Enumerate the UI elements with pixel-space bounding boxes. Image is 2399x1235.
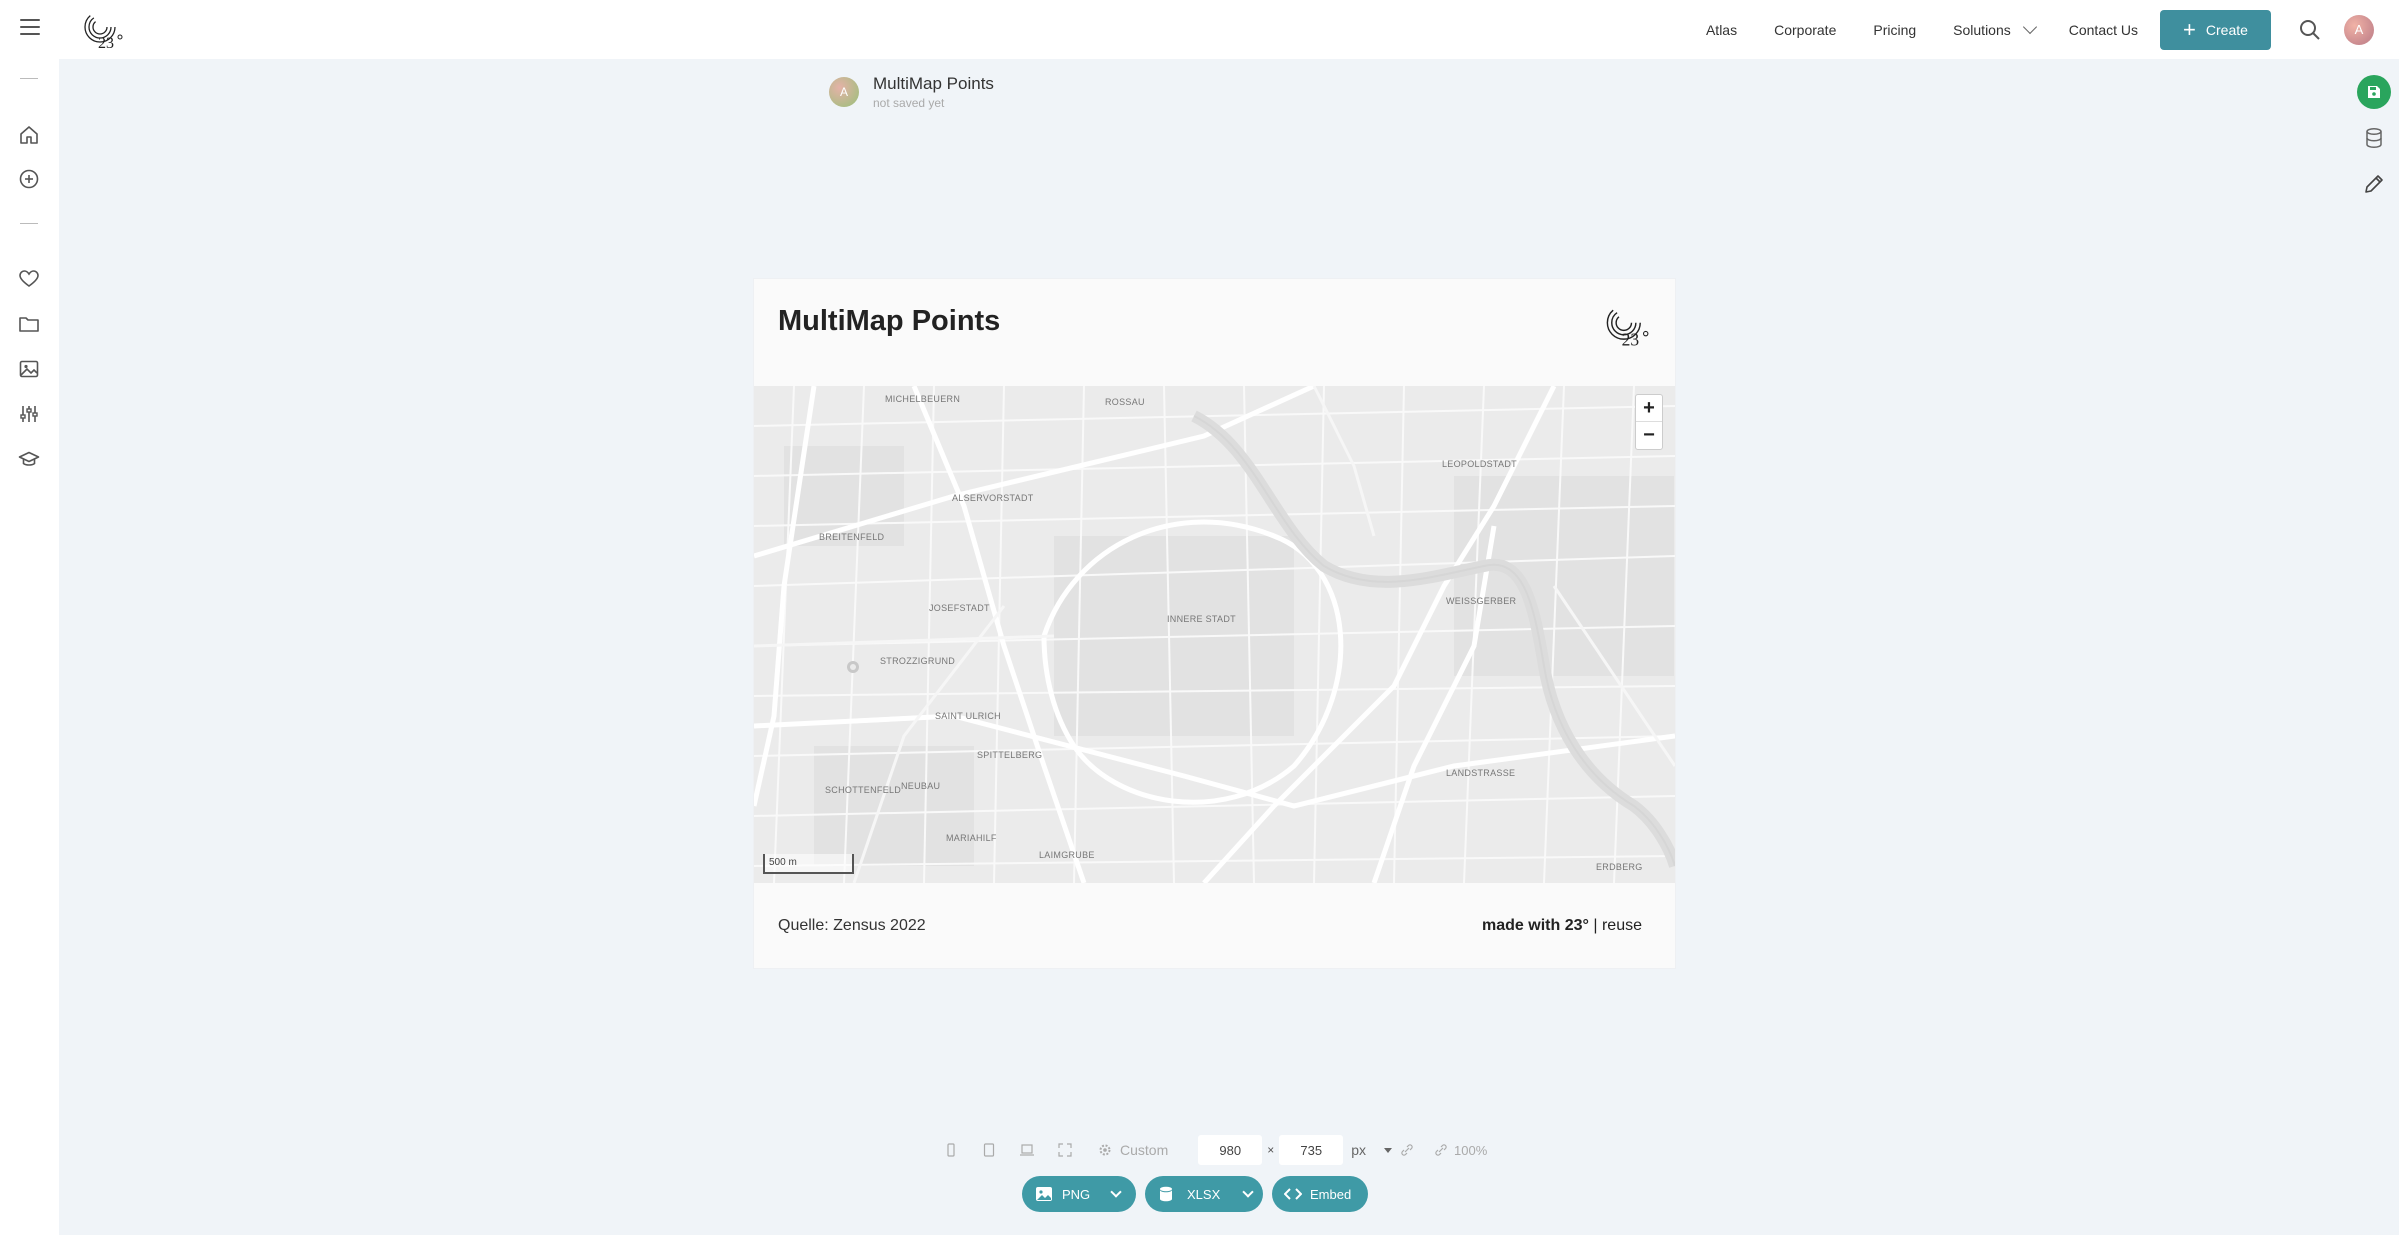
document-avatar: A: [829, 77, 859, 107]
heart-icon[interactable]: [18, 268, 40, 290]
map-label: SAINT ULRICH: [935, 711, 1001, 721]
map-label: INNERE STADT: [1167, 614, 1236, 624]
chevron-down-icon: [2022, 19, 2037, 34]
code-icon: [1284, 1188, 1302, 1200]
dimension-times: ×: [1267, 1143, 1275, 1157]
unit-select[interactable]: px: [1351, 1142, 1366, 1158]
top-bar: 23 Atlas Corporate Pricing Solutions Con…: [0, 0, 2399, 59]
map-label: JOSEFSTADT: [929, 603, 990, 613]
map-label: SPITTELBERG: [977, 750, 1042, 760]
main-nav: Atlas Corporate Pricing Solutions Contac…: [1706, 0, 2399, 59]
phone-preset-icon[interactable]: [940, 1139, 962, 1161]
caret-down-icon[interactable]: [1384, 1147, 1393, 1153]
map-label: STROZZIGRUND: [880, 656, 955, 666]
reuse-link[interactable]: reuse: [1602, 917, 1642, 934]
search-icon[interactable]: [2296, 16, 2324, 44]
user-avatar[interactable]: A: [2344, 14, 2374, 45]
map-label: MARIAHILF: [946, 833, 997, 843]
map-basemap: MICHELBEUERN ROSSAU LEOPOLDSTADT ALSERVO…: [754, 386, 1675, 883]
home-icon[interactable]: [18, 124, 40, 146]
scale-link-icon[interactable]: [1430, 1139, 1452, 1161]
zoom-in-button[interactable]: +: [1636, 395, 1662, 422]
map-label: SCHOTTENFELD: [825, 785, 901, 795]
width-input[interactable]: [1198, 1135, 1263, 1165]
fullscreen-preset-icon[interactable]: [1054, 1139, 1076, 1161]
map-label: LAIMGRUBE: [1039, 850, 1095, 860]
add-circle-icon[interactable]: [18, 168, 40, 190]
nav-atlas[interactable]: Atlas: [1706, 22, 1737, 38]
sidebar-divider: [20, 78, 38, 79]
brand-logo-icon: 23: [1606, 305, 1649, 349]
map-label: WEISSGERBER: [1446, 596, 1517, 606]
png-export-label: PNG: [1062, 1186, 1091, 1202]
credits-separator: |: [1593, 917, 1598, 934]
document-title[interactable]: MultiMap Points: [873, 74, 994, 94]
pencil-icon[interactable]: [2359, 169, 2389, 199]
create-button-label: Create: [2205, 21, 2248, 38]
svg-text:23: 23: [1622, 330, 1640, 349]
nav-solutions[interactable]: Solutions: [1953, 19, 2037, 38]
data-source: Quelle: Zensus 2022: [778, 917, 926, 934]
plus-icon: +: [2183, 16, 2196, 42]
image-icon: [1036, 1187, 1052, 1201]
nav-contact[interactable]: Contact Us: [2069, 22, 2138, 38]
nav-solutions-label: Solutions: [1953, 21, 2011, 38]
height-input[interactable]: [1279, 1135, 1344, 1165]
map-card: MultiMap Points 23 MICHELBEUERN ROSSAU L…: [754, 279, 1675, 968]
nav-pricing[interactable]: Pricing: [1873, 22, 1916, 38]
map-label: ROSSAU: [1105, 397, 1145, 407]
brand-logo-icon[interactable]: 23: [80, 9, 124, 51]
save-button[interactable]: [2357, 75, 2391, 109]
folder-icon[interactable]: [18, 313, 40, 335]
create-button[interactable]: + Create: [2160, 9, 2271, 50]
svg-text:23: 23: [98, 35, 114, 51]
map-zoom-control: + −: [1635, 394, 1663, 450]
card-title[interactable]: MultiMap Points: [778, 305, 1000, 338]
gear-icon[interactable]: [1094, 1139, 1116, 1161]
nav-corporate[interactable]: Corporate: [1774, 22, 1836, 38]
map-label: ERDBERG: [1596, 862, 1643, 872]
document-header: A MultiMap Points not saved yet: [829, 74, 994, 110]
zoom-level: 100%: [1454, 1142, 1488, 1158]
xlsx-export-label: XLSX: [1187, 1186, 1221, 1202]
map-label: LANDSTRASSE: [1446, 768, 1515, 778]
map-view[interactable]: MICHELBEUERN ROSSAU LEOPOLDSTADT ALSERVO…: [754, 386, 1675, 883]
sliders-icon[interactable]: [18, 403, 40, 425]
size-preset-label[interactable]: Custom: [1120, 1142, 1168, 1158]
menu-icon[interactable]: [20, 19, 40, 37]
made-with-link[interactable]: made with 23°: [1482, 917, 1589, 934]
map-label: NEUBAU: [901, 781, 940, 791]
graduation-cap-icon[interactable]: [18, 448, 40, 470]
left-sidebar: [0, 59, 59, 1235]
lock-ratio-icon[interactable]: [1396, 1139, 1418, 1161]
embed-button[interactable]: Embed: [1272, 1176, 1368, 1212]
size-toolbar: Custom × px 100%: [940, 1135, 1488, 1165]
map-label: MICHELBEUERN: [885, 394, 960, 404]
zoom-out-button[interactable]: −: [1636, 422, 1662, 449]
map-label: LEOPOLDSTADT: [1442, 459, 1517, 469]
xlsx-export-button[interactable]: XLSX: [1145, 1176, 1263, 1212]
database-icon: [1160, 1186, 1172, 1202]
chevron-down-icon[interactable]: [1110, 1186, 1122, 1198]
chevron-down-icon[interactable]: [1242, 1186, 1254, 1198]
embed-label: Embed: [1310, 1186, 1352, 1202]
image-icon[interactable]: [18, 358, 40, 380]
map-label: ALSERVORSTADT: [952, 493, 1034, 503]
png-export-button[interactable]: PNG: [1022, 1176, 1136, 1212]
laptop-preset-icon[interactable]: [1016, 1139, 1038, 1161]
database-icon[interactable]: [2359, 123, 2389, 153]
sidebar-divider: [20, 223, 38, 224]
map-scale-bar: 500 m: [763, 854, 854, 874]
tablet-preset-icon[interactable]: [978, 1139, 1000, 1161]
card-credits: made with 23° | reuse: [1482, 917, 1642, 935]
map-label: BREITENFELD: [819, 532, 885, 542]
save-status: not saved yet: [873, 96, 945, 110]
